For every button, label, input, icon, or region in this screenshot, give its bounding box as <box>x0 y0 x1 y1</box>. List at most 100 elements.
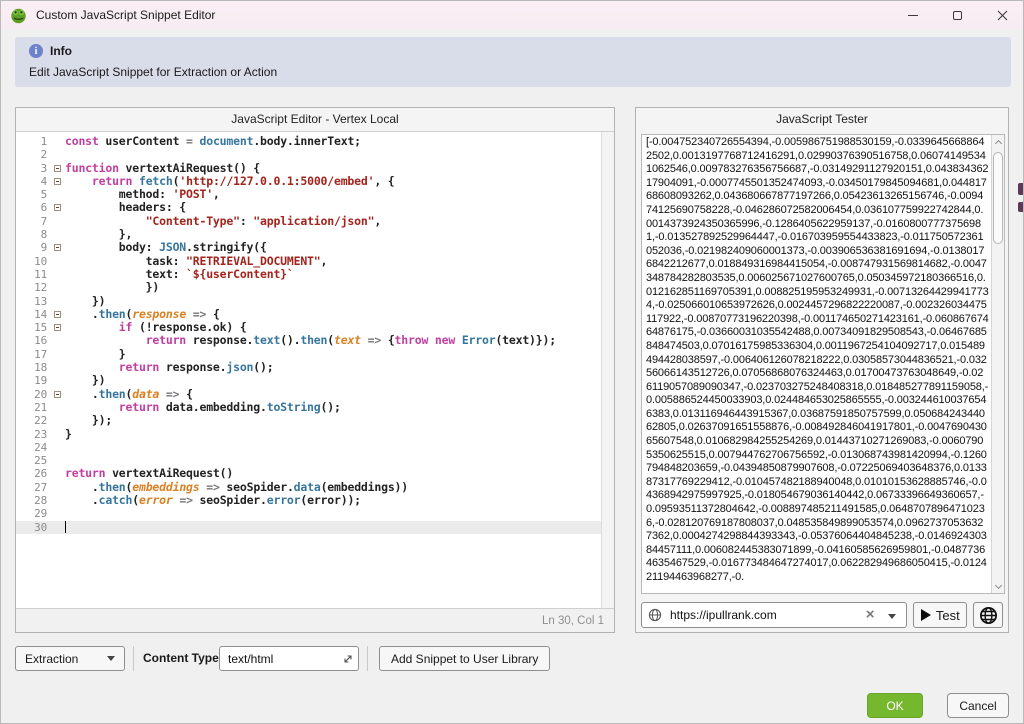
code-text: }, <box>65 228 601 241</box>
line-number: 11 <box>16 268 52 281</box>
fold-marker[interactable] <box>52 308 65 321</box>
fold-gutter <box>52 467 65 480</box>
line-number: 21 <box>16 401 52 414</box>
fold-marker[interactable] <box>52 201 65 214</box>
code-text: }) <box>65 374 601 387</box>
tester-output-box: [-0.004752340726554394,-0.00598675198853… <box>641 134 1005 594</box>
scroll-up-button[interactable] <box>992 135 1005 148</box>
code-line: 26return vertextAiRequest() <box>16 467 601 480</box>
url-combobox[interactable]: × <box>641 602 907 628</box>
code-line: 20 .then(data => { <box>16 388 601 401</box>
code-line: 18 return response.json(); <box>16 361 601 374</box>
tester-panel: JavaScript Tester [-0.004752340726554394… <box>635 107 1009 633</box>
code-line: 22 }); <box>16 414 601 427</box>
code-line: 10 task: "RETRIEVAL_DOCUMENT", <box>16 255 601 268</box>
fold-gutter <box>52 255 65 268</box>
code-text: .then(data => { <box>65 388 601 401</box>
code-text: if (!response.ok) { <box>65 321 601 334</box>
code-line: 21 return data.embedding.toString(); <box>16 401 601 414</box>
cancel-button[interactable]: Cancel <box>947 693 1009 718</box>
fold-marker[interactable] <box>52 388 65 401</box>
line-number: 2 <box>16 148 52 161</box>
tester-scrollbar[interactable] <box>991 135 1004 593</box>
line-number: 6 <box>16 201 52 214</box>
tester-output[interactable]: [-0.004752340726554394,-0.00598675198853… <box>642 135 991 593</box>
browser-view-button[interactable] <box>973 602 1003 628</box>
fold-gutter <box>52 295 65 308</box>
fold-gutter <box>52 374 65 387</box>
code-text <box>65 441 601 454</box>
info-title: Info <box>50 44 72 58</box>
url-dropdown-arrow[interactable] <box>888 614 896 619</box>
ok-button[interactable]: OK <box>867 693 923 718</box>
chevron-down-icon <box>995 581 1002 588</box>
editor-scrollbar[interactable] <box>601 132 614 608</box>
clear-url-icon[interactable]: × <box>866 605 875 625</box>
fold-gutter <box>52 348 65 361</box>
code-text: text: `${userContent}` <box>65 268 601 281</box>
fold-marker[interactable] <box>52 321 65 334</box>
code-text: "Content-Type": "application/json", <box>65 215 601 228</box>
fold-gutter <box>52 441 65 454</box>
line-number: 16 <box>16 334 52 347</box>
content-types-field[interactable] <box>219 646 359 671</box>
fold-gutter <box>52 281 65 294</box>
chevron-up-icon <box>995 139 1002 146</box>
line-number: 25 <box>16 454 52 467</box>
fold-marker[interactable] <box>52 241 65 254</box>
code-text: .then(embeddings => seoSpider.data(embed… <box>65 481 601 494</box>
line-number: 9 <box>16 241 52 254</box>
fold-marker[interactable] <box>52 162 65 175</box>
line-number: 23 <box>16 428 52 441</box>
minimize-button[interactable] <box>890 1 935 29</box>
code-line: 14 .then(response => { <box>16 308 601 321</box>
fold-gutter <box>52 334 65 347</box>
code-text: } <box>65 348 601 361</box>
url-input[interactable] <box>668 604 858 626</box>
line-number: 10 <box>16 255 52 268</box>
chevron-down-icon <box>888 614 896 619</box>
line-number: 22 <box>16 414 52 427</box>
maximize-button[interactable] <box>935 1 980 29</box>
code-line: 4 return fetch('http://127.0.0.1:5000/em… <box>16 175 601 188</box>
line-number: 24 <box>16 441 52 454</box>
window-edge-artifact <box>1018 202 1024 212</box>
test-button[interactable]: Test <box>913 602 967 628</box>
close-button[interactable] <box>980 1 1024 29</box>
expand-icon[interactable] <box>342 653 354 665</box>
code-line: 24 <box>16 441 601 454</box>
code-text: .catch(error => seoSpider.error(error)); <box>65 494 601 507</box>
content-types-input[interactable] <box>226 648 338 669</box>
minimize-icon <box>908 15 918 16</box>
editor-status-bar: Ln 30, Col 1 <box>16 608 614 632</box>
text-cursor <box>65 521 66 533</box>
code-line: 29 <box>16 507 601 520</box>
code-editor[interactable]: 1const userContent = document.body.inner… <box>16 131 614 608</box>
code-line: 23} <box>16 428 601 441</box>
scrollbar-thumb[interactable] <box>993 152 1003 244</box>
snippet-type-dropdown[interactable]: Extraction <box>15 646 125 671</box>
line-number: 17 <box>16 348 52 361</box>
line-number: 5 <box>16 188 52 201</box>
content-types-label: Content Types <box>143 646 225 671</box>
close-icon <box>997 10 1008 21</box>
line-number: 15 <box>16 321 52 334</box>
fold-marker[interactable] <box>52 175 65 188</box>
fold-gutter <box>52 454 65 467</box>
add-snippet-button[interactable]: Add Snippet to User Library <box>379 646 550 671</box>
line-number: 30 <box>16 521 52 534</box>
tester-panel-title: JavaScript Tester <box>636 108 1008 131</box>
line-number: 28 <box>16 494 52 507</box>
fold-gutter <box>52 521 65 534</box>
code-text <box>65 454 601 467</box>
globe-icon <box>648 608 662 622</box>
chevron-down-icon <box>107 656 115 661</box>
scroll-down-button[interactable] <box>992 580 1005 593</box>
code-text: return data.embedding.toString(); <box>65 401 601 414</box>
fold-gutter <box>52 215 65 228</box>
cursor-position: Ln 30, Col 1 <box>542 615 604 627</box>
code-line: 7 "Content-Type": "application/json", <box>16 215 601 228</box>
code-text: task: "RETRIEVAL_DOCUMENT", <box>65 255 601 268</box>
window-edge-artifact <box>1018 183 1024 195</box>
code-text: return response.text().then(text => {thr… <box>65 334 601 347</box>
